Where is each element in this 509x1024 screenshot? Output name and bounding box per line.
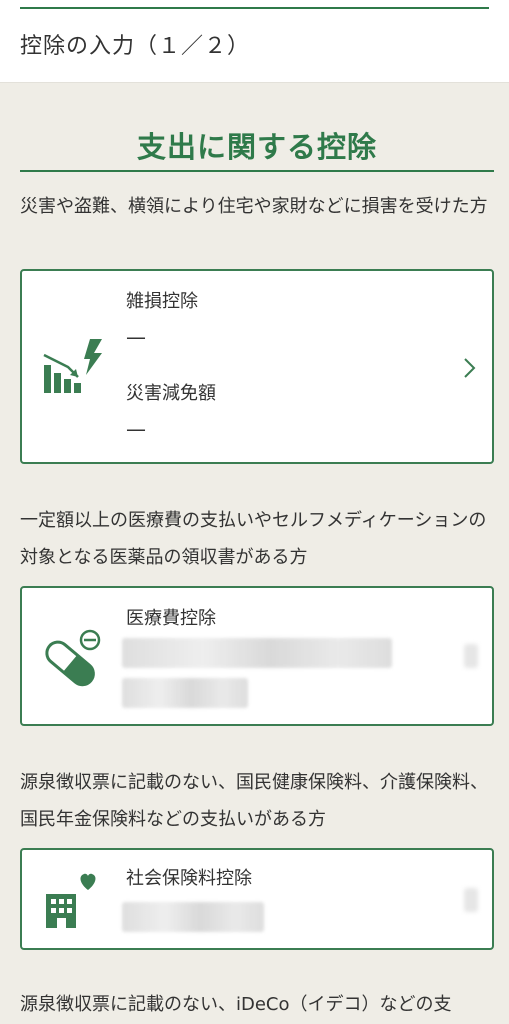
medicine-capsule-icon — [40, 626, 104, 690]
casualty-loss-card[interactable]: 雑損控除 — 災害減免額 — — [20, 269, 494, 464]
social-insurance-description: 源泉徴収票に記載のない、国民健康保険料、介護保険料、国民年金保険料などの支払いが… — [20, 772, 488, 830]
building-heart-icon — [40, 870, 104, 934]
social-insurance-label: 社会保険料控除 — [126, 868, 252, 889]
medical-expense-redacted-value-2 — [122, 678, 248, 708]
section-heading: 支出に関する控除 — [136, 130, 377, 164]
header-top-rule — [20, 7, 489, 9]
casualty-loss-label: 雑損控除 — [126, 291, 198, 312]
medical-expense-redacted-value — [122, 638, 392, 668]
casualty-loss-value: — — [126, 325, 146, 349]
medical-expense-description: 一定額以上の医療費の支払いやセルフメディケーションの対象となる医薬品の領収書があ… — [20, 510, 487, 568]
section-divider — [20, 170, 494, 172]
chevron-right-icon — [464, 644, 478, 668]
chevron-right-icon — [460, 356, 478, 380]
disaster-reduction-value: — — [126, 417, 146, 441]
ideco-description: 源泉徴収票に記載のない、iDeCo（イデコ）などの支 — [20, 994, 452, 1015]
social-insurance-card[interactable]: 社会保険料控除 — [20, 848, 494, 950]
casualty-loss-description: 災害や盗難、横領により住宅や家財などに損害を受けた方 — [20, 196, 488, 217]
chevron-right-icon — [464, 888, 478, 912]
disaster-reduction-label: 災害減免額 — [126, 383, 216, 404]
social-insurance-redacted-value — [122, 902, 264, 932]
disaster-chart-icon — [40, 335, 104, 399]
medical-expense-card[interactable]: 医療費控除 — [20, 586, 494, 726]
medical-expense-label: 医療費控除 — [126, 608, 216, 629]
header-bar: 控除の入力（１／２） — [0, 0, 509, 83]
page-title: 控除の入力（１／２） — [20, 34, 251, 59]
